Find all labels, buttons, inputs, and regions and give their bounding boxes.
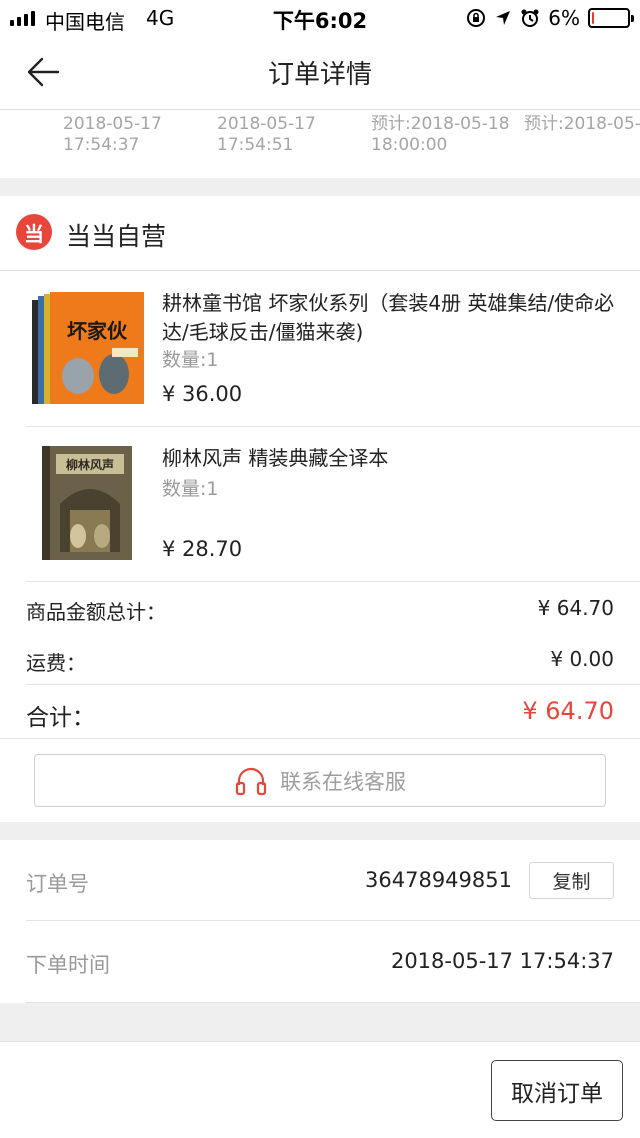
product-price: ¥ 36.00 <box>162 382 243 406</box>
subtotal-label: 商品金额总计： <box>26 600 166 624</box>
page-title: 订单详情 <box>267 60 372 90</box>
product-cover-image: 柳林风声 <box>42 446 132 560</box>
timeline-date: 预计:2018-05- <box>524 114 640 134</box>
store-header: 当 当当自营 <box>0 196 640 271</box>
product-cover-image: 坏家伙 <box>32 292 144 404</box>
timeline-step: 预计:2018-05-18 18:00:00 <box>371 114 510 156</box>
cover-title: 坏家伙 <box>67 319 128 343</box>
contact-service-button[interactable]: 联系在线客服 <box>34 754 606 807</box>
order-number-value: 36478949851 <box>365 868 512 892</box>
total-label: 合计： <box>26 705 95 731</box>
timeline-date: 预计:2018-05-18 <box>371 114 510 134</box>
shipping-label: 运费： <box>26 651 86 675</box>
rotation-lock-icon <box>467 9 486 27</box>
product-item[interactable]: 坏家伙 耕林童书馆 坏家伙系列（套装4册 英雄集结/使命必达/毛球反击/僵猫来袭… <box>0 272 640 426</box>
order-time-label: 下单时间 <box>26 953 110 977</box>
total-value: ¥ 64.70 <box>522 697 614 725</box>
product-title[interactable]: 柳林风声 精装典藏全译本 <box>162 444 622 473</box>
headset-icon <box>235 767 267 795</box>
section-gap <box>0 822 640 840</box>
product-quantity: 数量:1 <box>162 349 219 371</box>
order-number-label: 订单号 <box>26 872 89 896</box>
section-gap <box>0 1003 640 1041</box>
logistics-timeline[interactable]: 2018-05-17 17:54:37 2018-05-17 17:54:51 … <box>0 110 640 178</box>
contact-service-label: 联系在线客服 <box>280 769 406 794</box>
location-arrow-icon <box>496 11 511 25</box>
store-name: 当当自营 <box>66 222 167 251</box>
divider <box>0 738 640 739</box>
cancel-order-button[interactable]: 取消订单 <box>491 1060 623 1121</box>
timeline-time: 17:54:37 <box>63 135 140 155</box>
product-quantity: 数量:1 <box>162 478 219 500</box>
store-logo-icon: 当 <box>16 214 52 250</box>
product-price: ¥ 28.70 <box>162 537 243 561</box>
timeline-step: 2018-05-17 17:54:37 <box>63 114 162 156</box>
battery-icon <box>588 8 634 28</box>
cover-title: 柳林风声 <box>66 457 114 472</box>
status-bar: 中国电信 4G 下午6:02 6% <box>0 0 640 36</box>
navigation-bar: 订单详情 <box>0 36 640 110</box>
timeline-step: 2018-05-17 17:54:51 <box>217 114 316 156</box>
divider <box>26 920 640 921</box>
copy-order-number-button[interactable]: 复制 <box>529 862 614 899</box>
section-gap <box>0 178 640 196</box>
product-item[interactable]: 柳林风声 柳林风声 精装典藏全译本 数量:1 ¥ 28.70 <box>0 427 640 581</box>
subtotal-value: ¥ 64.70 <box>537 596 614 620</box>
timeline-time: 18:00:00 <box>371 135 448 155</box>
timeline-date: 2018-05-17 <box>63 114 162 134</box>
shipping-value: ¥ 0.00 <box>550 647 614 671</box>
timeline-step: 预计:2018-05- <box>524 114 640 135</box>
divider <box>26 684 640 685</box>
battery-level-fill <box>592 12 594 24</box>
timeline-date: 2018-05-17 <box>217 114 316 134</box>
divider <box>0 1041 640 1042</box>
order-time-value: 2018-05-17 17:54:37 <box>390 949 614 973</box>
status-icons: 6% <box>466 6 634 30</box>
divider <box>26 581 640 582</box>
product-title[interactable]: 耕林童书馆 坏家伙系列（套装4册 英雄集结/使命必达/毛球反击/僵猫来袭) <box>162 289 622 347</box>
battery-percentage: 6% <box>548 6 580 30</box>
timeline-time: 17:54:51 <box>217 135 294 155</box>
alarm-icon <box>521 9 539 27</box>
